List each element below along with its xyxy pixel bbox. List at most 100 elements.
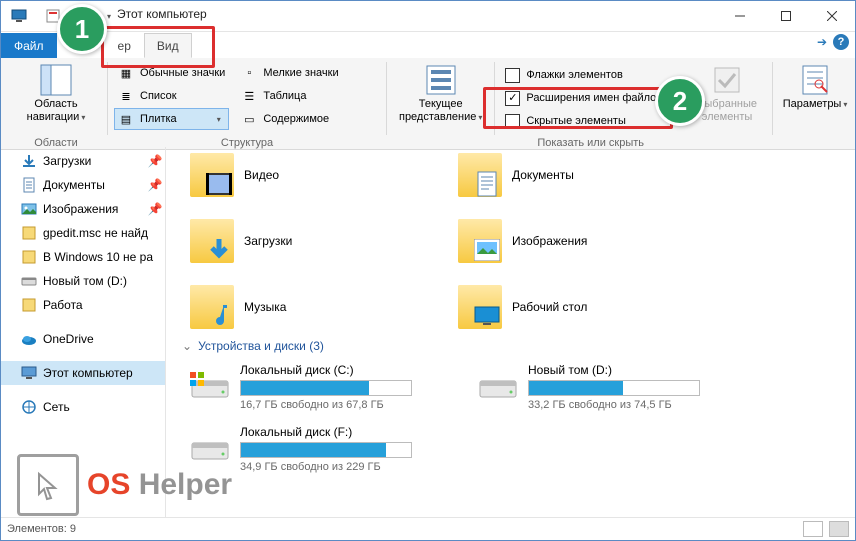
tab-view[interactable]: Вид (144, 33, 192, 58)
annotation-badge-1: 1 (57, 4, 107, 54)
nav-label: gpedit.msc не найд (43, 226, 148, 240)
details-view-icon[interactable] (803, 521, 823, 537)
thumbnails-view-icon[interactable] (829, 521, 849, 537)
ribbon-group-options: Параметры (775, 60, 855, 149)
this-pc-icon (11, 8, 27, 24)
options-icon (799, 64, 831, 96)
nav-item-downloads[interactable]: Загрузки📌 (1, 149, 165, 173)
newvol-icon (21, 273, 37, 289)
nav-item-onedrive[interactable]: OneDrive (1, 327, 165, 351)
folder-label: Загрузки (244, 234, 292, 248)
current-view-label: Текущее представление (399, 98, 483, 124)
content-area[interactable]: Видео Документы Загрузки Изображения Музыка Р… (166, 147, 855, 518)
nav-item-thispc[interactable]: Этот компьютер (1, 361, 165, 385)
folder-icon (458, 219, 502, 263)
disk-name: Локальный диск (F:) (240, 425, 845, 439)
status-bar: Элементов: 9 (1, 517, 855, 540)
options-button[interactable]: Параметры (770, 62, 856, 113)
content-icon: ▭ (241, 111, 257, 127)
nav-label: В Windows 10 не ра (43, 250, 153, 264)
folder-icon (190, 153, 234, 197)
tiles-icon: ▤ (118, 111, 134, 127)
folder-music[interactable]: Музыка (190, 283, 430, 331)
work-icon (21, 297, 37, 313)
checkbox-checked-icon (505, 91, 520, 106)
devices-group-label: Устройства и диски (3) (198, 339, 324, 353)
ribbon-collapse-icon[interactable]: ➔ (817, 35, 827, 49)
folder-icon (458, 285, 502, 329)
checkbox-icon (505, 114, 520, 129)
nav-label: OneDrive (43, 332, 94, 346)
nav-label: Загрузки (43, 154, 91, 168)
view-table[interactable]: ☰Таблица (237, 85, 342, 107)
view-content[interactable]: ▭Содержимое (237, 108, 342, 130)
nav-item-documents[interactable]: Документы📌 (1, 173, 165, 197)
folder-label: Изображения (512, 234, 587, 248)
minimize-button[interactable] (717, 1, 763, 31)
help-icon[interactable]: ? (833, 34, 849, 50)
disk-usage-bar (528, 380, 700, 396)
selected-items-icon (711, 64, 743, 96)
disk-d[interactable]: Новый том (D:)33,2 ГБ свободно из 74,5 Г… (478, 363, 738, 411)
disk-free-text: 16,7 ГБ свободно из 67,8 ГБ (240, 399, 450, 411)
view-list[interactable]: ≣Список (114, 85, 229, 107)
view-tiles[interactable]: ▤Плитка▾ (114, 108, 229, 130)
folder-icon (458, 153, 502, 197)
disk-name: Локальный диск (C:) (240, 363, 450, 377)
folder-documents[interactable]: Документы (458, 151, 698, 199)
disk-usage-bar (240, 442, 412, 458)
folder-label: Видео (244, 168, 279, 182)
onedrive-icon (21, 331, 37, 347)
status-item-count: Элементов: 9 (7, 523, 76, 535)
disk-c[interactable]: Локальный диск (C:) 16,7 ГБ свободно из 6… (190, 363, 450, 411)
ribbon-help-area: ➔ ? (817, 34, 849, 50)
devices-group-header[interactable]: ⌄ Устройства и диски (3) (182, 339, 845, 353)
explorer-window: 1 2 ▾ Этот компьютер ➔ ? Файл (0, 0, 856, 541)
thispc-icon (21, 365, 37, 381)
pin-icon: 📌 (149, 203, 161, 215)
pictures-icon (21, 201, 37, 217)
folder-label: Рабочий стол (512, 300, 587, 314)
view-regular-icons[interactable]: ▦Обычные значки (114, 62, 229, 84)
checkbox-icon (505, 68, 520, 83)
table-icon: ☰ (241, 88, 257, 104)
nav-item-network[interactable]: Сеть (1, 395, 165, 419)
nav-item-work[interactable]: Работа (1, 293, 165, 317)
drive-icon (478, 372, 518, 402)
folder-label: Музыка (244, 300, 286, 314)
disk-f[interactable]: Локальный диск (F:)34,9 ГБ свободно из 2… (190, 425, 845, 473)
view-switcher[interactable] (803, 521, 849, 537)
nav-item-gpedit[interactable]: gpedit.msc не найд (1, 221, 165, 245)
w10-icon (21, 249, 37, 265)
nav-label: Работа (43, 298, 83, 312)
downloads-icon (21, 153, 37, 169)
navigation-pane-button[interactable]: Область навигации (11, 62, 101, 126)
nav-item-newvol[interactable]: Новый том (D:) (1, 269, 165, 293)
ribbon-group-layout: ▦Обычные значки ≣Список ▤Плитка▾ ▫Мелкие… (110, 60, 384, 149)
regular-icons-icon: ▦ (118, 65, 134, 81)
nav-item-pictures[interactable]: Изображения📌 (1, 197, 165, 221)
checkbox-item-extensions[interactable]: Расширения имен файлов (501, 87, 666, 109)
tab-file[interactable]: Файл (1, 33, 57, 58)
folder-downloads[interactable]: Загрузки (190, 217, 430, 265)
current-view-button[interactable]: Текущее представление (396, 62, 486, 126)
folder-icon (190, 285, 234, 329)
tiles-dropdown-icon[interactable]: ▾ (217, 115, 221, 124)
folder-desktop[interactable]: Рабочий стол (458, 283, 698, 331)
view-small-icons[interactable]: ▫Мелкие значки (237, 62, 342, 84)
checkbox-item-hidden[interactable]: Скрытые элементы (501, 110, 666, 132)
tab-computer-partial[interactable]: ер (105, 33, 144, 58)
checkbox-item-flags[interactable]: Флажки элементов (501, 64, 666, 86)
disks-section: Локальный диск (C:) 16,7 ГБ свободно из 6… (176, 363, 845, 473)
window-title: Этот компьютер (117, 7, 207, 21)
folder-videos[interactable]: Видео (190, 151, 430, 199)
options-label: Параметры (783, 98, 848, 111)
nav-item-w10[interactable]: В Windows 10 не ра (1, 245, 165, 269)
annotation-badge-2: 2 (655, 76, 705, 126)
close-button[interactable] (809, 1, 855, 31)
folder-pictures[interactable]: Изображения (458, 217, 698, 265)
maximize-button[interactable] (763, 1, 809, 31)
small-icons-icon: ▫ (241, 65, 257, 81)
disk-usage-bar (240, 380, 412, 396)
qat-dropdown-icon[interactable]: ▾ (107, 12, 111, 21)
